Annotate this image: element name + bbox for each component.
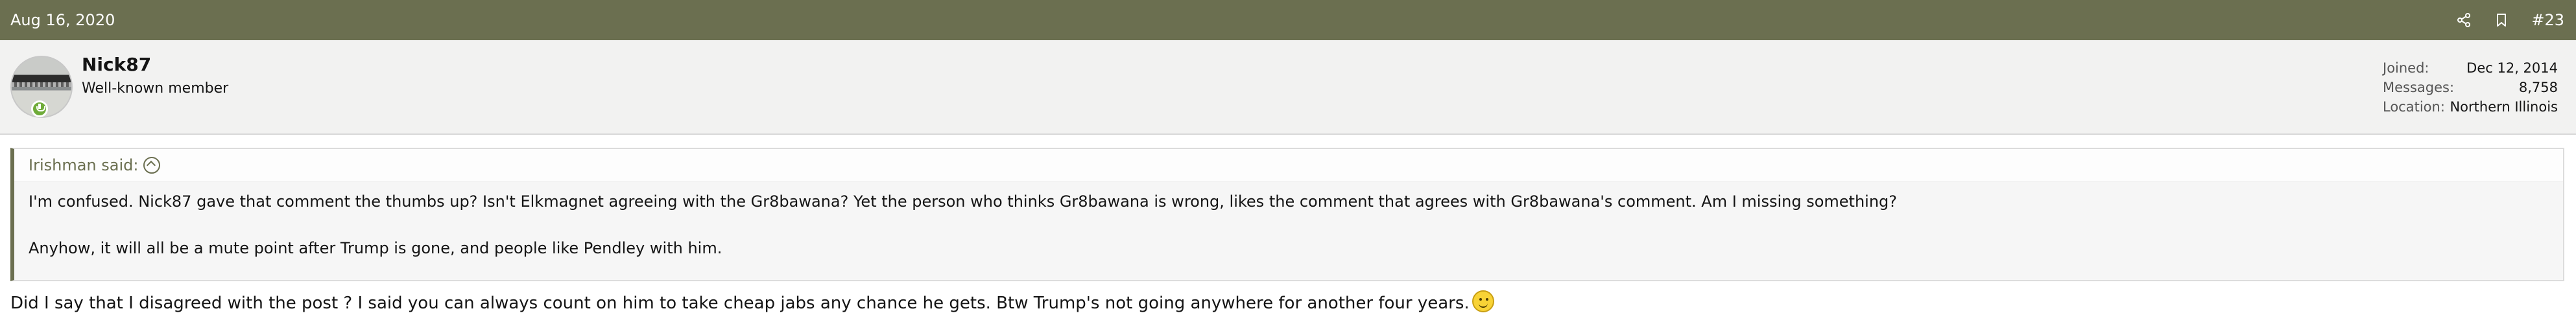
post-number-link[interactable]: #23 (2531, 10, 2564, 30)
quote-body: I'm confused. Nick87 gave that comment t… (14, 182, 2563, 260)
smile-emoji-icon (1472, 290, 1494, 312)
share-icon[interactable] (2456, 12, 2472, 28)
post-actions: #23 (2456, 9, 2564, 31)
user-stats: Joined: Dec 12, 2014 Messages: 8,758 Loc… (2383, 58, 2558, 117)
online-status-icon (31, 100, 48, 117)
location-label: Location: (2383, 99, 2445, 115)
joined-row: Joined: Dec 12, 2014 (2383, 58, 2558, 78)
bookmark-icon[interactable] (2494, 12, 2509, 28)
quote-jump-icon[interactable] (143, 157, 161, 174)
quote-paragraph: I'm confused. Nick87 gave that comment t… (29, 192, 1898, 211)
username-link[interactable]: Nick87 (82, 54, 151, 75)
location-value: Northern Illinois (2450, 99, 2558, 115)
quote-block: Irishman said: I'm confused. Nick87 gave… (10, 148, 2564, 281)
joined-value: Dec 12, 2014 (2466, 60, 2558, 76)
post-message-text: Did I say that I disagreed with the post… (10, 294, 1470, 313)
messages-row: Messages: 8,758 (2383, 78, 2558, 97)
user-info-strip (0, 40, 2576, 135)
post-header-bar: Aug 16, 2020 #23 (0, 0, 2576, 40)
quote-author[interactable]: Irishman said: (29, 156, 138, 174)
quote-paragraph: Anyhow, it will all be a mute point afte… (29, 239, 722, 257)
messages-label: Messages: (2383, 80, 2455, 95)
post-date[interactable]: Aug 16, 2020 (10, 10, 115, 30)
messages-value: 8,758 (2518, 80, 2558, 95)
location-row: Location: Northern Illinois (2383, 97, 2558, 117)
post-message: Did I say that I disagreed with the post… (10, 290, 1494, 315)
joined-label: Joined: (2383, 60, 2429, 76)
user-title: Well-known member (82, 80, 229, 97)
quote-header[interactable]: Irishman said: (14, 149, 2563, 182)
